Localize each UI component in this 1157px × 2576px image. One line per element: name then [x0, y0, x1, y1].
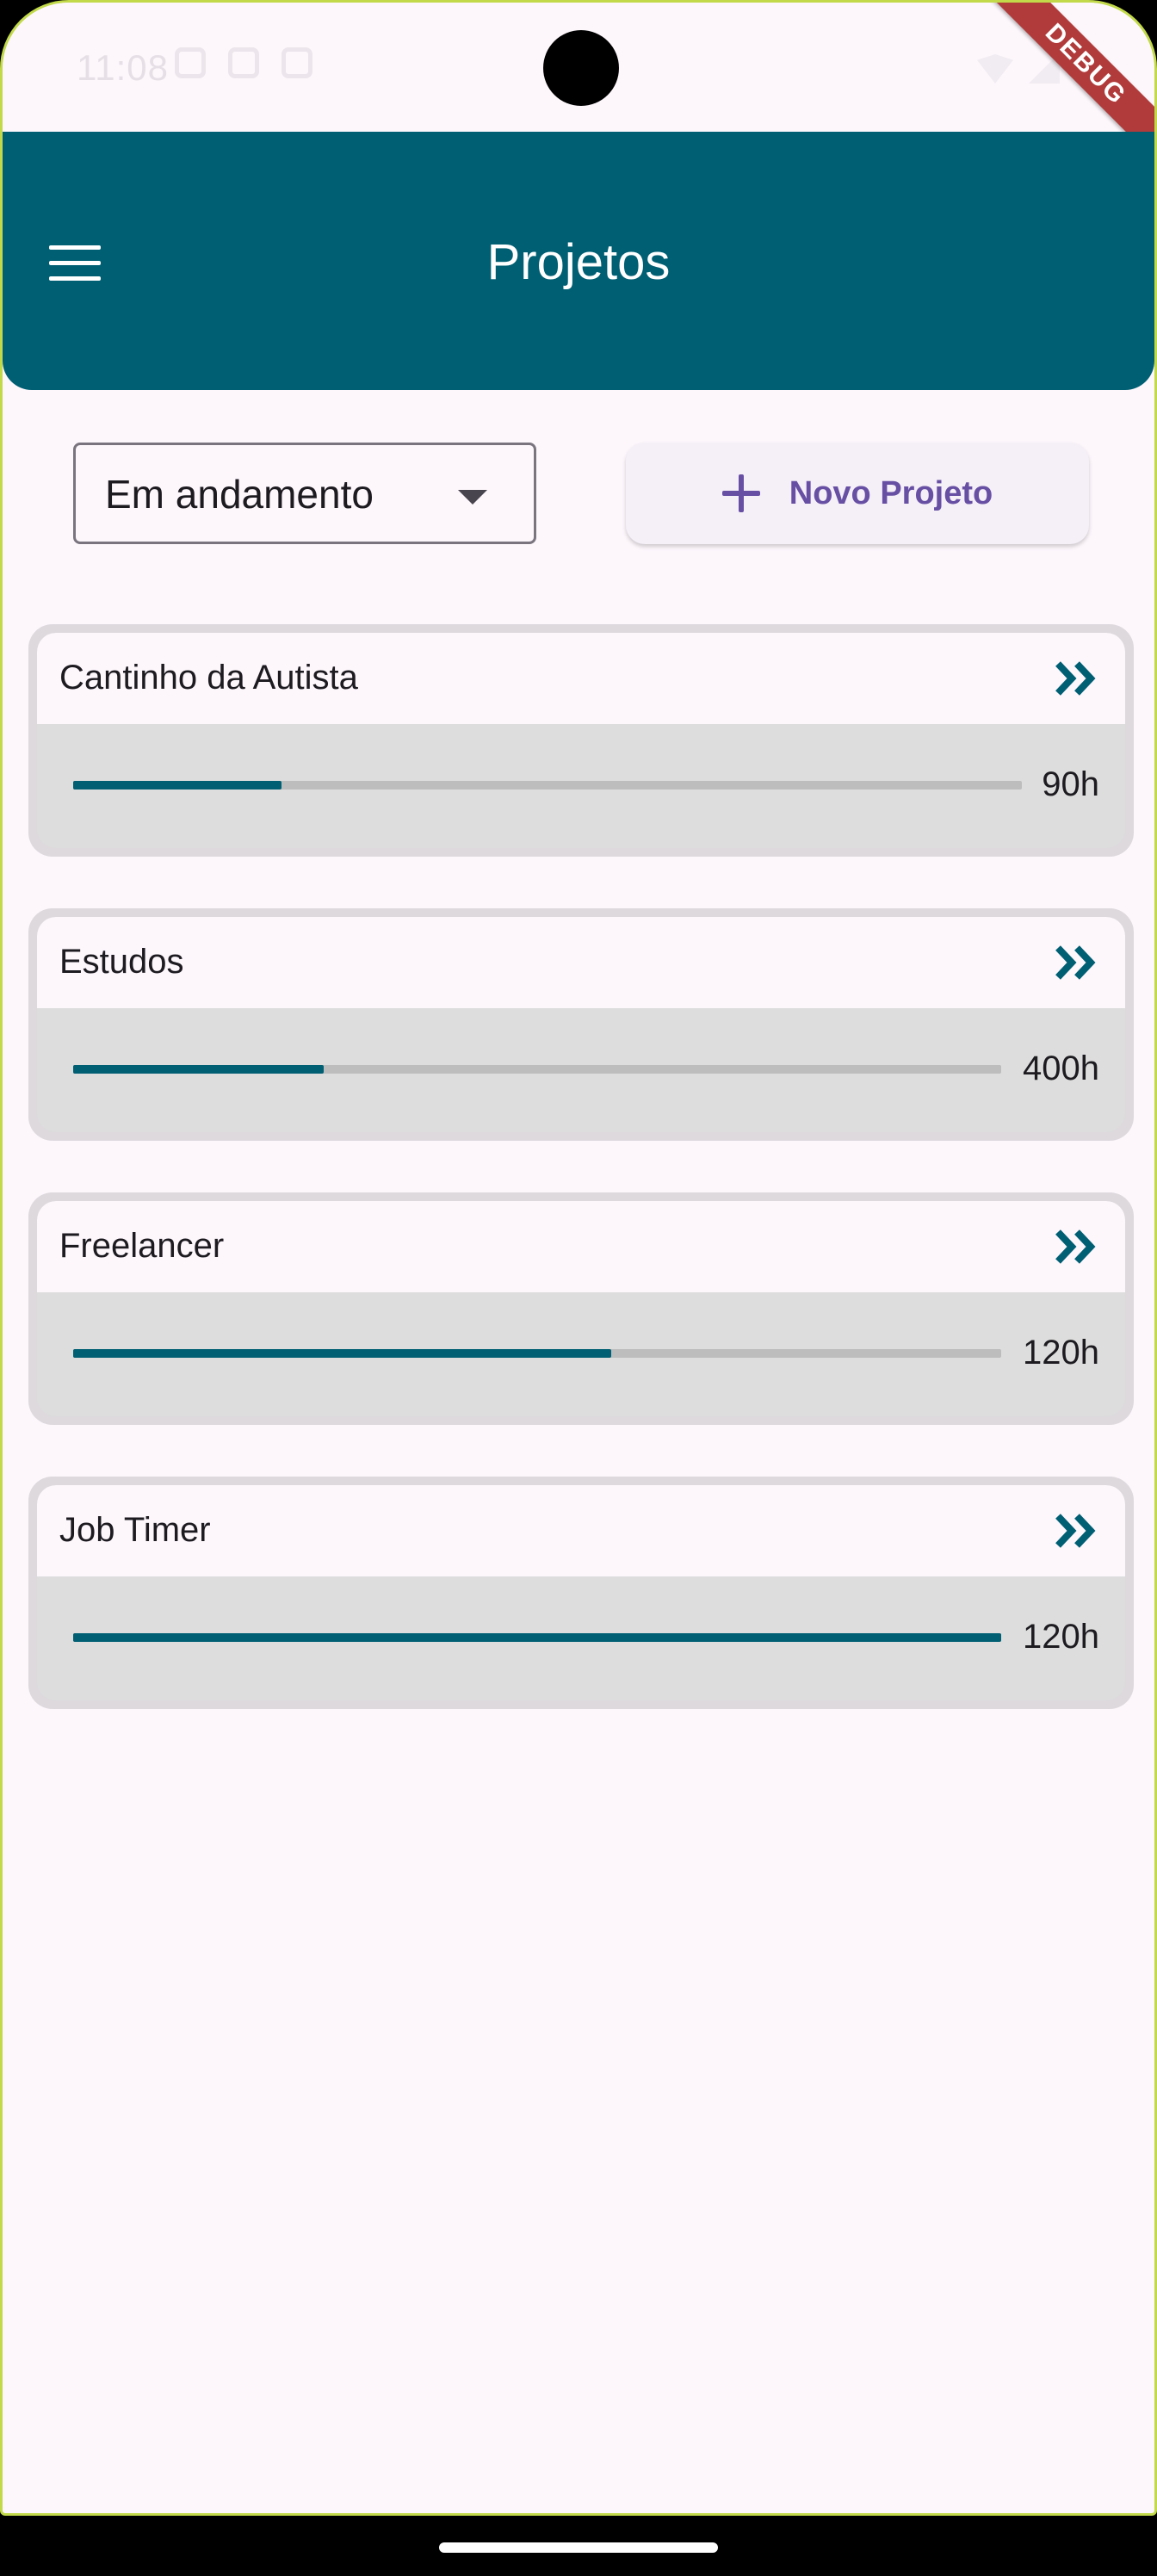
- progress-fill: [73, 1065, 325, 1074]
- project-card[interactable]: Cantinho da Autista 90h: [28, 624, 1134, 857]
- double-chevron-right-icon[interactable]: [1053, 944, 1099, 981]
- project-card[interactable]: Job Timer 120h: [28, 1477, 1134, 1709]
- project-name: Cantinho da Autista: [59, 659, 358, 697]
- project-card[interactable]: Freelancer 120h: [28, 1192, 1134, 1425]
- double-chevron-right-icon[interactable]: [1053, 660, 1099, 697]
- project-hours: 400h: [1023, 1050, 1099, 1087]
- project-card-header[interactable]: Estudos: [37, 917, 1125, 1008]
- progress-fill: [73, 781, 282, 790]
- project-card[interactable]: Estudos 400h: [28, 908, 1134, 1141]
- double-chevron-right-icon[interactable]: [1053, 1229, 1099, 1265]
- progress-fill: [73, 1633, 1001, 1642]
- notification-icon: [282, 47, 312, 78]
- project-name: Freelancer: [59, 1227, 225, 1265]
- notification-icon: [228, 47, 259, 78]
- plus-icon: [721, 474, 760, 512]
- notification-icon: [175, 47, 206, 78]
- double-chevron-right-icon[interactable]: [1053, 1513, 1099, 1549]
- project-hours: 120h: [1023, 1618, 1099, 1656]
- wifi-icon: [977, 54, 1013, 84]
- new-project-button[interactable]: Novo Projeto: [626, 443, 1089, 544]
- progress-bar: [73, 781, 1022, 790]
- app-bar: Projetos: [3, 132, 1154, 390]
- progress-bar: [73, 1633, 1001, 1642]
- notification-icons: [175, 47, 312, 78]
- project-name: Estudos: [59, 943, 184, 981]
- status-filter-dropdown[interactable]: Em andamento: [73, 443, 536, 544]
- project-hours: 120h: [1023, 1334, 1099, 1372]
- status-filter-value: Em andamento: [105, 472, 374, 517]
- project-card-header[interactable]: Cantinho da Autista: [37, 633, 1125, 724]
- phone-screen: 11:08 DEBUG Projetos Em andamento Novo P…: [0, 0, 1157, 2516]
- project-name: Job Timer: [59, 1511, 211, 1549]
- page-title: Projetos: [486, 234, 671, 290]
- project-hours: 90h: [1042, 765, 1099, 803]
- progress-fill: [73, 1349, 612, 1358]
- progress-bar: [73, 1349, 1001, 1358]
- status-time: 11:08: [77, 47, 169, 88]
- new-project-label: Novo Projeto: [789, 474, 993, 511]
- project-card-header[interactable]: Job Timer: [37, 1485, 1125, 1576]
- camera-cutout: [543, 30, 619, 106]
- status-bar: 11:08: [3, 3, 1154, 132]
- project-card-header[interactable]: Freelancer: [37, 1201, 1125, 1292]
- project-list: Cantinho da Autista 90h Estudos 400h Fre…: [28, 624, 1134, 1761]
- home-indicator[interactable]: [439, 2542, 718, 2553]
- progress-bar: [73, 1065, 1001, 1074]
- dropdown-arrow-icon: [458, 490, 487, 505]
